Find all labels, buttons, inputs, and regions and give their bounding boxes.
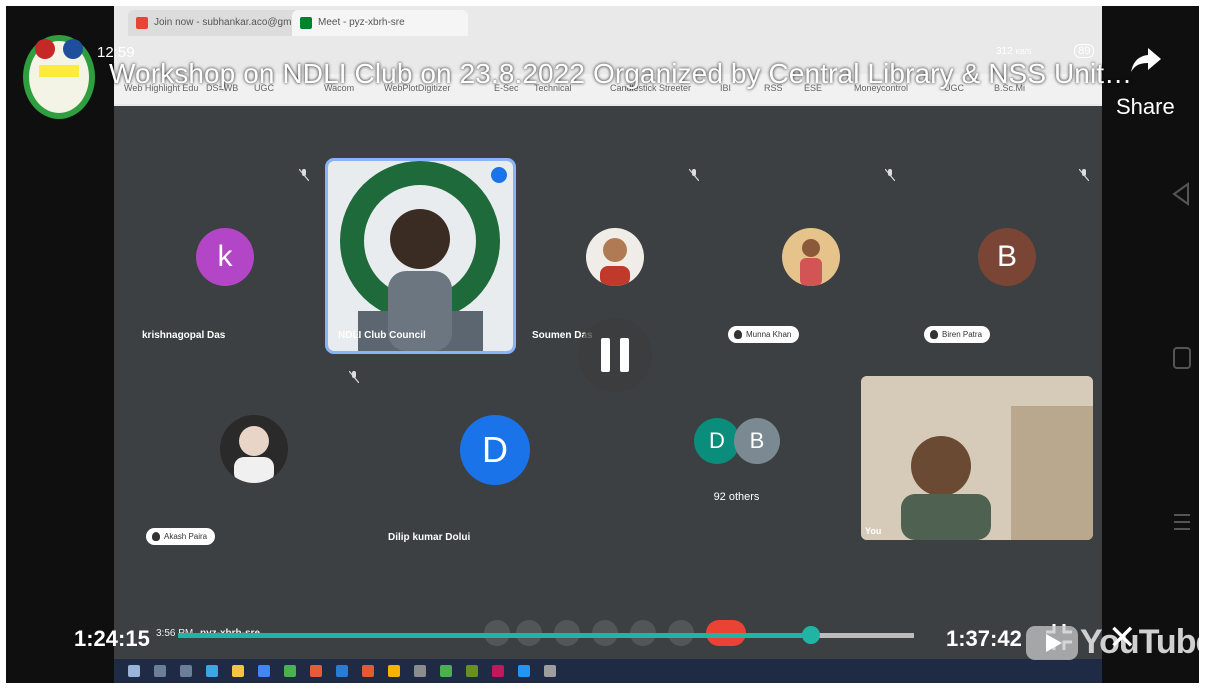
- self-video-tile[interactable]: You: [861, 376, 1093, 540]
- participant-tile[interactable]: D Dilip kumar Dolui: [378, 363, 611, 553]
- app-icon[interactable]: [440, 665, 452, 677]
- share-button[interactable]: Share: [1116, 94, 1175, 120]
- video-player[interactable]: Join now - subhankar.aco@gm... Meet - py…: [6, 6, 1199, 683]
- participant-tile-active[interactable]: NDLI Club Council: [325, 158, 516, 354]
- muted-mic-icon: [349, 371, 359, 383]
- participant-name-pill: Biren Patra: [924, 326, 991, 343]
- home-nav-icon[interactable]: [1172, 346, 1192, 370]
- participant-name-pill: Munna Khan: [728, 326, 800, 343]
- tab-label: Meet - pyz-xbrh-sre: [318, 17, 405, 28]
- recents-nav-icon[interactable]: [1172, 511, 1192, 533]
- participant-name: Biren Patra: [942, 330, 983, 339]
- start-icon[interactable]: [128, 665, 140, 677]
- explorer-icon[interactable]: [232, 665, 244, 677]
- app-icon[interactable]: [284, 665, 296, 677]
- search-icon[interactable]: [154, 665, 166, 677]
- others-tile[interactable]: D B 92 others: [620, 363, 853, 553]
- participant-tile[interactable]: Akash Paira: [136, 363, 369, 553]
- others-count: 92 others: [713, 491, 760, 503]
- task-view-icon[interactable]: [180, 665, 192, 677]
- chrome-icon[interactable]: [258, 665, 270, 677]
- muted-mic-icon: [885, 169, 895, 181]
- battery-indicator: 89: [1074, 44, 1095, 58]
- video-title: Workshop on NDLI Club on 23.8.2022 Organ…: [109, 58, 1133, 89]
- browser-tab-gmail[interactable]: Join now - subhankar.aco@gm...: [128, 10, 304, 36]
- participant-name: Akash Paira: [164, 532, 208, 541]
- muted-mic-icon: [689, 169, 699, 181]
- ndli-emblem-background: [328, 161, 513, 351]
- speaking-indicator-icon: [491, 167, 507, 183]
- participant-avatar: k: [196, 228, 254, 286]
- person-icon: [930, 330, 938, 339]
- back-nav-icon[interactable]: [1170, 182, 1192, 206]
- powerpoint-icon[interactable]: [362, 665, 374, 677]
- youtube-logo-icon: [1026, 626, 1078, 660]
- progress-fill: [178, 633, 811, 638]
- participant-tile[interactable]: B Biren Patra: [914, 161, 1099, 351]
- participant-name-pill: Akash Paira: [146, 528, 216, 545]
- tab-label: Join now - subhankar.aco@gm...: [154, 17, 300, 28]
- status-bar: 312 KB/S 89: [996, 44, 1095, 58]
- participant-avatar: B: [734, 418, 780, 464]
- participant-name: You: [865, 526, 882, 536]
- word-icon[interactable]: [336, 665, 348, 677]
- gmail-icon: [136, 17, 148, 29]
- app-icon[interactable]: [388, 665, 400, 677]
- participant-name: Dilip kumar Dolui: [388, 532, 471, 543]
- participant-tile[interactable]: Munna Khan: [718, 161, 905, 351]
- windows-taskbar: [114, 659, 1102, 683]
- total-time: 1:37:42: [946, 626, 1022, 651]
- share-icon[interactable]: [1130, 46, 1162, 74]
- muted-mic-icon: [299, 169, 309, 181]
- current-time: 1:24:15: [74, 626, 150, 651]
- person-icon: [734, 330, 742, 339]
- browser-tab-meet[interactable]: Meet - pyz-xbrh-sre: [292, 10, 468, 36]
- app-icon[interactable]: [544, 665, 556, 677]
- participant-name: krishnagopal Das: [142, 330, 226, 341]
- app-icon[interactable]: [310, 665, 322, 677]
- pause-icon: [601, 338, 610, 372]
- app-icon[interactable]: [466, 665, 478, 677]
- pause-icon: [620, 338, 629, 372]
- network-speed-unit: KB/S: [1015, 49, 1032, 56]
- progress-scrubber[interactable]: [802, 626, 820, 644]
- app-icon[interactable]: [518, 665, 530, 677]
- meet-icon: [300, 17, 312, 29]
- pause-button[interactable]: [578, 318, 652, 392]
- app-icon[interactable]: [414, 665, 426, 677]
- browser-chrome: Join now - subhankar.aco@gm... Meet - py…: [114, 6, 1102, 106]
- participant-avatar: B: [978, 228, 1036, 286]
- app-icon[interactable]: [492, 665, 504, 677]
- youtube-brand: YouTube: [1080, 623, 1199, 661]
- participant-avatar: D: [460, 415, 530, 485]
- network-speed: 312: [996, 46, 1013, 57]
- participant-tile[interactable]: k krishnagopal Das: [132, 161, 319, 351]
- channel-logo[interactable]: [23, 31, 95, 119]
- participant-photo: [782, 228, 840, 286]
- participant-photo: [220, 415, 288, 483]
- self-video: [861, 376, 1093, 540]
- person-icon: [152, 532, 160, 541]
- muted-mic-icon: [1079, 169, 1089, 181]
- participant-name: Munna Khan: [746, 330, 792, 339]
- participant-name: NDLI Club Council: [338, 330, 426, 341]
- participant-photo: [586, 228, 644, 286]
- edge-icon[interactable]: [206, 665, 218, 677]
- close-button[interactable]: ✕: [1108, 618, 1137, 658]
